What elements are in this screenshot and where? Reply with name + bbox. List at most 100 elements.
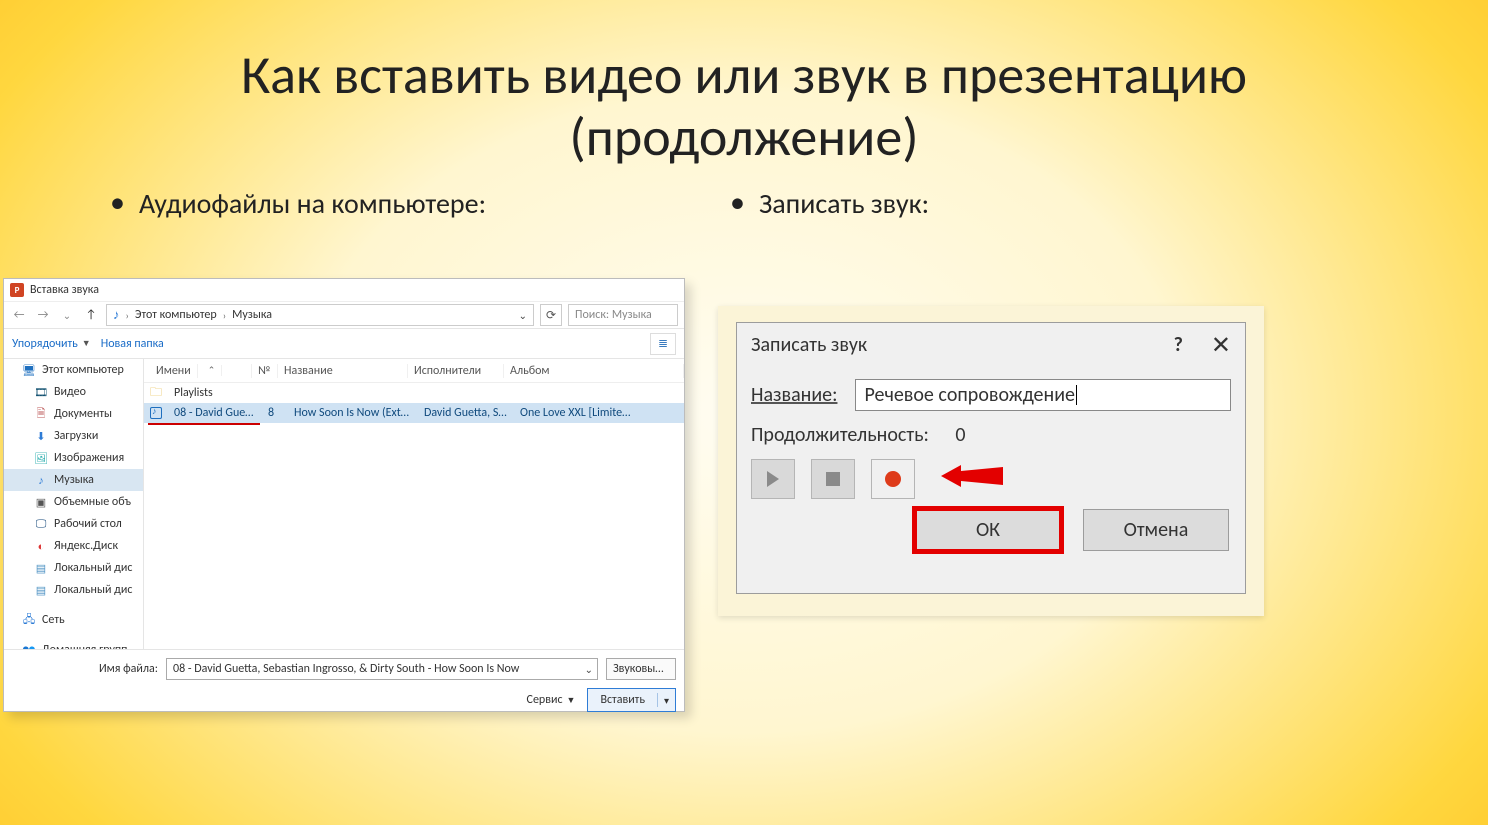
nav-music[interactable]: ♪ Музыка (4, 469, 143, 491)
col-title[interactable]: Название (278, 364, 408, 378)
nav-back-button[interactable]: ← (10, 306, 28, 324)
nav-recent-button[interactable]: ⌄ (58, 306, 76, 324)
command-bar: Упорядочить ▼ Новая папка ≣ (4, 329, 684, 359)
nav-3d[interactable]: ▣ Объемные объ (4, 491, 143, 513)
service-menu[interactable]: Сервис ▼ (527, 693, 576, 707)
record-dialog-body: Название: Речевое сопровождение Продолжи… (737, 367, 1245, 561)
bullet-record-sound: Записать звук: (730, 186, 1378, 223)
yandex-disk-icon: ◐ (34, 539, 48, 553)
nav-desktop[interactable]: 🖵Рабочий стол (4, 513, 143, 535)
nav-this-pc[interactable]: 🖥Этот компьютер (4, 359, 143, 381)
file-list: Имени⌃ № Название Исполнители Альбом 🗀 P… (144, 359, 684, 649)
bullet-row: Аудиофайлы на компьютере: Записать звук: (0, 178, 1488, 223)
nav-label: Музыка (54, 473, 94, 487)
slide: Как вставить видео или звук в презентаци… (0, 0, 1488, 825)
objects3d-icon: ▣ (34, 495, 48, 509)
dropdown-caret-icon: ▼ (82, 338, 91, 349)
nav-localdisk-2[interactable]: ▤Локальный дис (4, 579, 143, 601)
insert-audio-dialog: P Вставка звука ← → ⌄ ↑ ♪ › Этот компьют… (3, 278, 685, 712)
nav-up-button[interactable]: ↑ (82, 306, 100, 324)
nav-label: Рабочий стол (54, 517, 122, 531)
pc-icon: 🖥 (22, 363, 36, 377)
filename-row: Имя файла: 08 - David Guetta, Sebastian … (4, 658, 676, 680)
col-name[interactable]: Имени⌃ (144, 364, 252, 378)
sel-title: How Soon Is Now (Extend… (288, 406, 418, 420)
service-label: Сервис (527, 693, 563, 707)
documents-icon: 🗎 (34, 407, 48, 421)
name-input[interactable]: Речевое сопровождение (855, 379, 1231, 411)
sel-num: 8 (262, 406, 288, 420)
nav-localdisk-1[interactable]: ▤ Локальный дис (4, 557, 143, 579)
filename-dropdown-icon[interactable]: ⌄ (585, 663, 593, 676)
record-dialog-titlebar: Записать звук ? ✕ (737, 323, 1245, 367)
stop-button[interactable] (811, 459, 855, 499)
music-icon: ♪ (34, 473, 48, 487)
images-icon: 🖼 (34, 451, 48, 465)
nav-yadisk[interactable]: ◐ Яндекс.Диск (4, 535, 143, 557)
new-folder-button[interactable]: Новая папка (101, 337, 164, 351)
play-button[interactable] (751, 459, 795, 499)
col-artist[interactable]: Исполнители (408, 364, 504, 378)
nav-label: Локальный дис (54, 561, 132, 575)
close-button[interactable]: ✕ (1211, 331, 1231, 360)
record-icon (885, 471, 901, 487)
row-playlists[interactable]: 🗀 Playlists (144, 383, 684, 403)
sort-caret-icon: ⌃ (202, 365, 223, 376)
filename-input[interactable]: 08 - David Guetta, Sebastian Ingrosso, &… (166, 658, 598, 680)
crumb-music[interactable]: Музыка (232, 308, 272, 322)
annotation-arrow (941, 463, 1003, 489)
sel-artist: David Guetta, Seb… (418, 406, 514, 420)
record-dialog-buttons: ОК Отмена (751, 509, 1231, 551)
search-placeholder: Поиск: Музыка (575, 308, 652, 322)
col-album[interactable]: Альбом (504, 364, 684, 378)
downloads-icon: ⬇ (34, 429, 48, 443)
address-row: ← → ⌄ ↑ ♪ › Этот компьютер › Музыка ⌄ ⟳ … (4, 301, 684, 329)
nav-docs[interactable]: 🗎Документы (4, 403, 143, 425)
insert-button[interactable]: Вставить ▾ (587, 688, 676, 712)
help-button[interactable]: ? (1174, 333, 1183, 357)
insert-dropdown-icon[interactable]: ▾ (658, 694, 675, 707)
crumb-dropdown-icon[interactable]: ⌄ (515, 309, 531, 322)
cancel-label: Отмена (1124, 518, 1189, 542)
nav-downloads[interactable]: ⬇ Загрузки (4, 425, 143, 447)
breadcrumb[interactable]: ♪ › Этот компьютер › Музыка ⌄ (106, 304, 534, 326)
search-input[interactable]: Поиск: Музыка (568, 304, 678, 326)
drive-icon: ▤ (34, 561, 48, 575)
record-sound-dialog: Записать звук ? ✕ Название: Речевое сопр… (736, 322, 1246, 594)
drive-icon: ▤ (34, 583, 48, 597)
dialog-footer: Имя файла: 08 - David Guetta, Sebastian … (4, 649, 684, 720)
nav-images[interactable]: 🖼 Изображения (4, 447, 143, 469)
sel-album: One Love XXL [Limite… (514, 406, 680, 420)
nav-forward-button[interactable]: → (34, 306, 52, 324)
filename-value: 08 - David Guetta, Sebastian Ingrosso, &… (173, 662, 519, 676)
cancel-button[interactable]: Отмена (1083, 509, 1229, 551)
text-cursor (1076, 385, 1077, 405)
view-options-button[interactable]: ≣ (650, 333, 676, 355)
dialog-title-text: Вставка звука (30, 283, 99, 297)
nav-label: Изображения (54, 451, 124, 465)
ok-button[interactable]: ОК (915, 509, 1061, 551)
music-folder-icon: ♪ (113, 307, 120, 323)
nav-label: Загрузки (54, 429, 98, 443)
row-selected-audio[interactable]: 08 - David Guetta, S… 8 How Soon Is Now … (144, 403, 684, 423)
insert-label: Вставить (588, 693, 658, 707)
nav-network[interactable]: 🖧Сеть (4, 609, 143, 631)
filetype-dropdown[interactable]: Звуковые файлы (606, 658, 676, 680)
footer-buttons: Сервис ▼ Вставить ▾ (4, 688, 676, 712)
record-controls (751, 455, 1231, 509)
audio-file-icon (150, 407, 162, 419)
organize-menu[interactable]: Упорядочить ▼ (12, 337, 91, 351)
col-num[interactable]: № (252, 364, 278, 378)
refresh-button[interactable]: ⟳ (540, 304, 562, 326)
record-button[interactable] (871, 459, 915, 499)
nav-label: Объемные объ (54, 495, 131, 509)
playlists-label: Playlists (168, 386, 219, 400)
network-icon: 🖧 (22, 613, 36, 627)
nav-label: Яндекс.Диск (54, 539, 118, 553)
powerpoint-icon: P (10, 283, 24, 297)
nav-label: Видео (54, 385, 86, 399)
nav-homegroup[interactable]: 👥Домашняя групп (4, 639, 143, 649)
crumb-this-pc[interactable]: Этот компьютер (135, 308, 217, 322)
dropdown-caret-icon: ▼ (567, 695, 576, 706)
nav-video[interactable]: 🎞Видео (4, 381, 143, 403)
